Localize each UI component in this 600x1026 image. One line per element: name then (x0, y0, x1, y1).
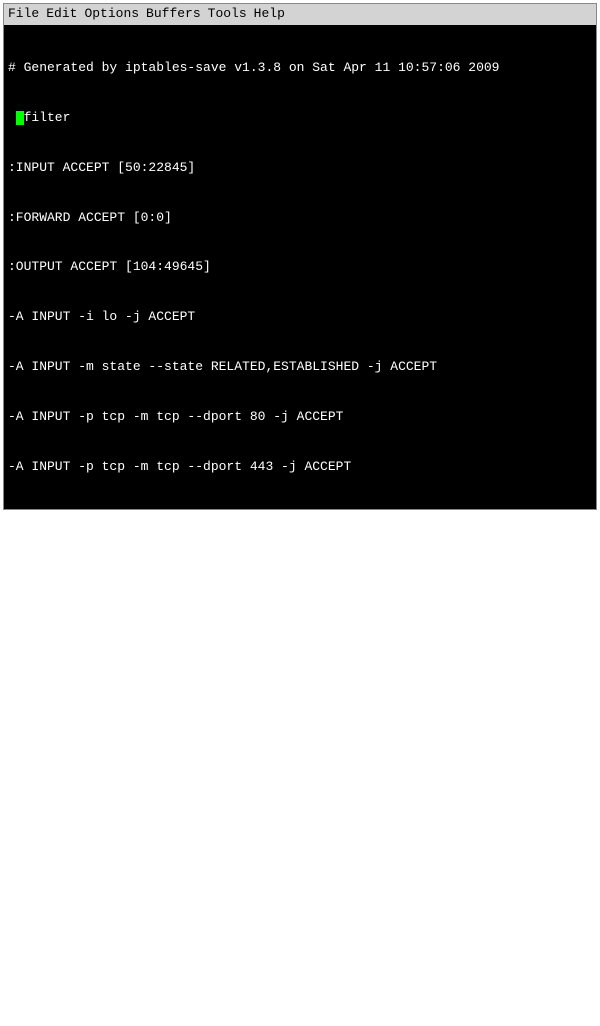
line: -A INPUT -p tcp -m tcp --dport 3306 -m s… (8, 509, 592, 526)
menu-file[interactable]: File (8, 6, 39, 23)
line: -A INPUT -i eth1 -p tcp -m tcp --dport 2… (8, 758, 592, 775)
menu-help[interactable]: Help (254, 6, 285, 23)
line: *filter (8, 110, 592, 127)
line: -A INPUT -i lo -j ACCEPT (8, 309, 592, 326)
editor-frame: File Edit Options Buffers Tools Help # G… (3, 3, 597, 510)
line: :OUTPUT ACCEPT [104:49645] (8, 259, 592, 276)
line: ACCEPT (8, 559, 592, 576)
line: # Generated by iptables-save v1.3.8 on S… (8, 60, 592, 77)
cursor-icon (16, 111, 24, 125)
menu-tools[interactable]: Tools (208, 6, 247, 23)
line: -A INPUT -i eth0 -m state --state RELATE… (8, 958, 592, 975)
line: -A INPUT -i eth0 -p tcp -m tcp --dport 2… (8, 658, 592, 675)
menubar: File Edit Options Buffers Tools Help (4, 4, 596, 25)
line: HED -j ACCEPT (8, 708, 592, 725)
line: -A INPUT -p tcp -m tcp --dport 80 -j ACC… (8, 409, 592, 426)
line: :INPUT ACCEPT [50:22845] (8, 160, 592, 177)
line: -A INPUT -p tcp -m tcp --dport 443 -j AC… (8, 459, 592, 476)
text-buffer[interactable]: # Generated by iptables-save v1.3.8 on S… (4, 25, 596, 1026)
line: -A INPUT -p tcp -m tcp --dport 7 -j ACCE… (8, 609, 592, 626)
line: HED -j ACCEPT (8, 808, 592, 825)
line: -A INPUT -i eth1 -p tcp -m tcp --dport 2… (8, 908, 592, 925)
menu-buffers[interactable]: Buffers (146, 6, 201, 23)
line: -A INPUT -i eth1 -m state --state RELATE… (8, 1008, 592, 1025)
line: :FORWARD ACCEPT [0:0] (8, 210, 592, 227)
menu-edit[interactable]: Edit (46, 6, 77, 23)
line: -A INPUT -i eth0 -p tcp -m tcp --dport 2… (8, 858, 592, 875)
menu-options[interactable]: Options (84, 6, 139, 23)
line: -A INPUT -m state --state RELATED,ESTABL… (8, 359, 592, 376)
